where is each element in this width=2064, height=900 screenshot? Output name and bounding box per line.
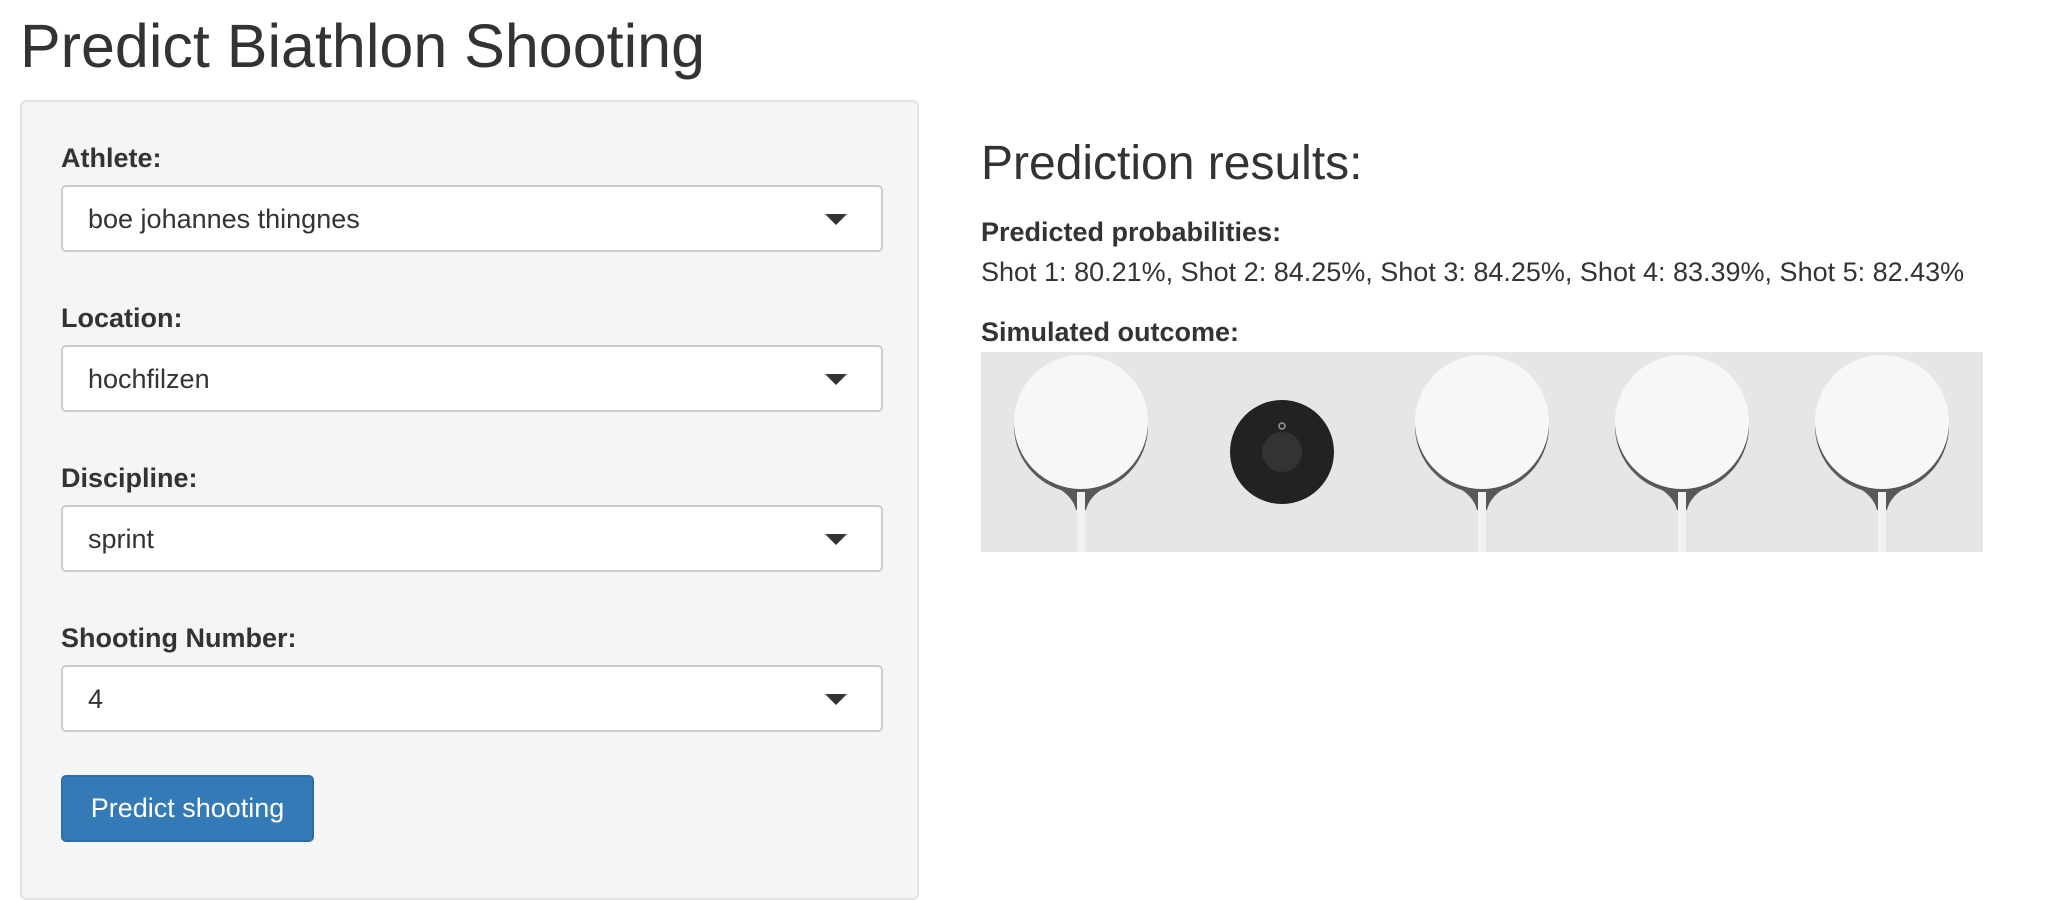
caret-down-icon	[825, 214, 847, 225]
caret-down-icon	[825, 534, 847, 545]
target-hit-icon	[1014, 355, 1148, 552]
location-select-value: hochfilzen	[88, 364, 210, 394]
probabilities-label: Predicted probabilities:	[981, 217, 1282, 247]
shooting-number-select-value: 4	[88, 684, 104, 714]
location-label: Location:	[61, 303, 183, 333]
caret-down-icon	[825, 374, 847, 385]
discipline-label: Discipline:	[61, 463, 198, 493]
shooting-number-label: Shooting Number:	[61, 623, 297, 653]
athlete-select[interactable]: boe johannes thingnes	[61, 185, 883, 252]
page-title: Predict Biathlon Shooting	[20, 12, 705, 80]
target-miss-icon	[1230, 400, 1334, 504]
athlete-select-value: boe johannes thingnes	[88, 204, 360, 234]
outcome-label: Simulated outcome:	[981, 317, 1240, 347]
athlete-label: Athlete:	[61, 143, 162, 173]
target-hit-icon	[1415, 355, 1549, 552]
discipline-select-value: sprint	[88, 524, 155, 554]
discipline-group: Discipline: sprint	[61, 462, 883, 572]
shooting-number-group: Shooting Number: 4	[61, 622, 883, 732]
location-select[interactable]: hochfilzen	[61, 345, 883, 412]
athlete-group: Athlete: boe johannes thingnes	[61, 142, 883, 252]
target-hit-icon	[1615, 355, 1749, 552]
probabilities-text: Shot 1: 80.21%, Shot 2: 84.25%, Shot 3: …	[981, 257, 1965, 287]
discipline-select[interactable]: sprint	[61, 505, 883, 572]
predict-shooting-button[interactable]: Predict shooting	[61, 775, 314, 842]
shooting-number-select[interactable]: 4	[61, 665, 883, 732]
simulated-outcome-targets	[981, 352, 1983, 552]
location-group: Location: hochfilzen	[61, 302, 883, 412]
caret-down-icon	[825, 694, 847, 705]
results-title: Prediction results:	[981, 137, 1363, 190]
target-hit-icon	[1815, 355, 1949, 552]
input-panel: Athlete: boe johannes thingnes Location:…	[20, 100, 919, 900]
